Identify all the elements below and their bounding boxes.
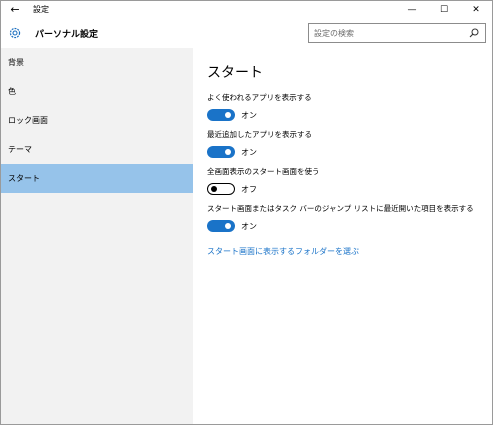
recent-items-toggle[interactable] (207, 220, 235, 232)
header: パーソナル設定 (1, 18, 492, 48)
window-title: 設定 (33, 5, 49, 14)
close-button[interactable]: ✕ (460, 1, 492, 18)
sidebar-item-label: ロック画面 (8, 116, 48, 125)
sidebar-item-lock-screen[interactable]: ロック画面 (1, 106, 193, 135)
setting-full-screen-start: 全画面表示のスタート画面を使う オフ (207, 166, 492, 195)
settings-window: ← 設定 — ☐ ✕ パーソナル設定 設定の検索 背景 色 ロック画面 テーマ … (0, 0, 493, 425)
setting-label: 最近追加したアプリを表示する (207, 130, 312, 139)
section-title: スタート (207, 65, 263, 81)
close-icon: ✕ (472, 4, 480, 15)
setting-label: スタート画面またはタスク バーのジャンプ リストに最近開いた項目を表示する (207, 204, 474, 213)
sidebar-item-label: テーマ (8, 145, 32, 154)
back-button[interactable]: ← (1, 1, 29, 18)
gear-icon (1, 18, 29, 48)
search-input[interactable] (314, 28, 468, 38)
search-box[interactable] (308, 23, 486, 43)
choose-folders-link[interactable]: スタート画面に表示するフォルダーを選ぶ (207, 246, 359, 257)
content-pane: スタート よく使われるアプリを表示する オン 最近追加したアプリを表示する オン… (193, 48, 492, 424)
setting-label: 全画面表示のスタート画面を使う (207, 167, 320, 176)
setting-recently-added-apps: 最近追加したアプリを表示する オン (207, 129, 492, 158)
most-used-apps-toggle[interactable] (207, 109, 235, 121)
setting-most-used-apps: よく使われるアプリを表示する オン (207, 92, 492, 121)
page-heading: パーソナル設定 (35, 29, 99, 40)
setting-label: よく使われるアプリを表示する (207, 93, 312, 102)
maximize-icon: ☐ (439, 4, 449, 15)
sidebar-item-themes[interactable]: テーマ (1, 135, 193, 164)
toggle-state-label: オフ (241, 184, 257, 194)
full-screen-start-toggle[interactable] (207, 183, 235, 195)
sidebar-item-label: 色 (8, 87, 16, 96)
maximize-button[interactable]: ☐ (428, 1, 460, 18)
sidebar: 背景 色 ロック画面 テーマ スタート (1, 48, 193, 424)
title-bar: ← 設定 — ☐ ✕ (1, 1, 492, 18)
sidebar-item-label: スタート (8, 174, 40, 183)
minimize-icon: — (407, 4, 417, 15)
back-arrow-icon: ← (10, 3, 20, 16)
toggle-state-label: オン (241, 221, 257, 231)
search-icon[interactable] (468, 27, 480, 39)
sidebar-item-label: 背景 (8, 58, 24, 67)
toggle-state-label: オン (241, 147, 257, 157)
minimize-button[interactable]: — (396, 1, 428, 18)
caption-buttons: — ☐ ✕ (396, 1, 492, 18)
recently-added-apps-toggle[interactable] (207, 146, 235, 158)
toggle-state-label: オン (241, 110, 257, 120)
setting-recent-items-jump-list: スタート画面またはタスク バーのジャンプ リストに最近開いた項目を表示する オン (207, 203, 492, 232)
sidebar-item-start[interactable]: スタート (1, 164, 193, 193)
sidebar-item-colors[interactable]: 色 (1, 77, 193, 106)
sidebar-item-background[interactable]: 背景 (1, 48, 193, 77)
